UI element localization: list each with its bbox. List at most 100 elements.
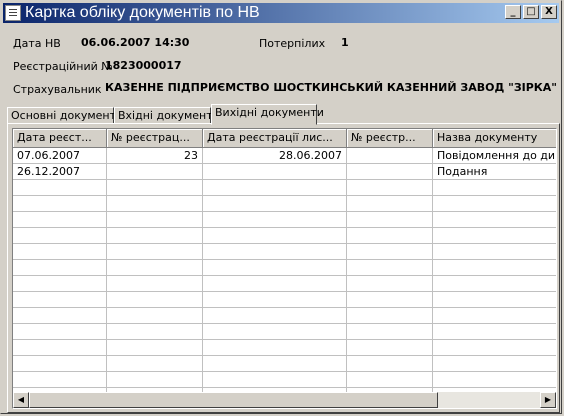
table-cell[interactable]	[203, 340, 347, 356]
table-cell[interactable]	[347, 372, 433, 388]
table-cell[interactable]	[203, 372, 347, 388]
table-cell[interactable]: Подання	[433, 164, 556, 180]
table-cell[interactable]	[107, 196, 203, 212]
table-cell[interactable]	[107, 260, 203, 276]
documents-grid[interactable]: Дата реєст... № реєстрац... Дата реєстра…	[12, 128, 557, 409]
table-cell[interactable]	[13, 244, 107, 260]
table-cell[interactable]	[347, 228, 433, 244]
table-cell[interactable]	[203, 164, 347, 180]
close-button[interactable]: X	[541, 5, 557, 19]
scroll-track[interactable]	[29, 392, 540, 408]
table-cell[interactable]: 07.06.2007	[13, 148, 107, 164]
table-row[interactable]	[13, 196, 556, 212]
column-header-letter-date[interactable]: Дата реєстрації лис...	[203, 129, 347, 148]
table-cell[interactable]	[203, 244, 347, 260]
table-cell[interactable]	[13, 292, 107, 308]
table-cell[interactable]	[203, 228, 347, 244]
table-cell[interactable]	[107, 164, 203, 180]
table-cell[interactable]	[433, 356, 556, 372]
table-cell[interactable]	[203, 260, 347, 276]
column-header-reg-date[interactable]: Дата реєст...	[13, 129, 107, 148]
title-bar[interactable]: Картка обліку документів по НВ _ □ X	[3, 3, 559, 23]
table-cell[interactable]	[13, 260, 107, 276]
tab-main-documents[interactable]: Основні документи	[7, 107, 123, 124]
table-cell[interactable]	[347, 276, 433, 292]
table-cell[interactable]	[347, 212, 433, 228]
table-cell[interactable]	[433, 212, 556, 228]
table-row[interactable]	[13, 372, 556, 388]
table-cell[interactable]	[203, 324, 347, 340]
table-cell[interactable]	[13, 276, 107, 292]
table-cell[interactable]	[107, 308, 203, 324]
table-cell[interactable]	[107, 324, 203, 340]
table-row[interactable]	[13, 228, 556, 244]
table-cell[interactable]	[347, 260, 433, 276]
horizontal-scrollbar[interactable]: ◀ ▶	[13, 392, 556, 408]
table-cell[interactable]	[433, 260, 556, 276]
table-cell[interactable]	[433, 180, 556, 196]
table-row[interactable]	[13, 212, 556, 228]
table-cell[interactable]	[107, 228, 203, 244]
table-cell[interactable]	[347, 148, 433, 164]
maximize-button[interactable]: □	[523, 5, 539, 19]
table-cell[interactable]	[347, 164, 433, 180]
table-cell[interactable]	[203, 276, 347, 292]
table-cell[interactable]	[347, 340, 433, 356]
table-cell[interactable]	[433, 228, 556, 244]
table-cell[interactable]	[13, 228, 107, 244]
column-header-letter-number[interactable]: № реєстр...	[347, 129, 433, 148]
table-cell[interactable]	[13, 308, 107, 324]
table-cell[interactable]: 28.06.2007	[203, 148, 347, 164]
table-cell[interactable]	[107, 372, 203, 388]
table-cell[interactable]	[13, 212, 107, 228]
table-cell[interactable]	[107, 356, 203, 372]
tab-outgoing-documents[interactable]: Вихідні документи	[211, 104, 324, 125]
table-cell[interactable]	[433, 340, 556, 356]
table-cell[interactable]	[107, 276, 203, 292]
table-cell[interactable]	[13, 196, 107, 212]
table-cell[interactable]	[433, 292, 556, 308]
table-cell[interactable]	[433, 308, 556, 324]
table-cell[interactable]	[433, 324, 556, 340]
table-row[interactable]	[13, 260, 556, 276]
table-cell[interactable]	[433, 244, 556, 260]
table-cell[interactable]	[13, 324, 107, 340]
table-cell[interactable]	[433, 196, 556, 212]
table-cell[interactable]	[107, 292, 203, 308]
table-cell[interactable]	[203, 212, 347, 228]
scroll-left-arrow-icon[interactable]: ◀	[13, 392, 29, 408]
table-cell[interactable]	[347, 292, 433, 308]
table-row[interactable]: 26.12.2007 Подання	[13, 164, 556, 180]
table-cell[interactable]	[13, 340, 107, 356]
table-cell[interactable]	[347, 244, 433, 260]
table-cell[interactable]	[347, 196, 433, 212]
table-row[interactable]	[13, 276, 556, 292]
table-cell[interactable]	[107, 244, 203, 260]
table-cell[interactable]	[13, 180, 107, 196]
table-row[interactable]	[13, 324, 556, 340]
table-cell[interactable]: Повідомлення до дир	[433, 148, 556, 164]
table-cell[interactable]: 26.12.2007	[13, 164, 107, 180]
scroll-thumb[interactable]	[29, 392, 438, 408]
table-cell[interactable]	[433, 372, 556, 388]
table-cell[interactable]	[433, 276, 556, 292]
table-cell[interactable]	[347, 180, 433, 196]
table-cell[interactable]	[347, 356, 433, 372]
table-row[interactable]	[13, 340, 556, 356]
table-row[interactable]	[13, 308, 556, 324]
tab-incoming-documents[interactable]: Вхідні документи	[114, 107, 220, 124]
table-cell[interactable]	[203, 356, 347, 372]
table-cell[interactable]	[203, 196, 347, 212]
table-cell[interactable]	[13, 372, 107, 388]
table-cell[interactable]	[13, 356, 107, 372]
table-cell[interactable]	[347, 324, 433, 340]
table-row[interactable]: 07.06.2007 23 28.06.2007 Повідомлення до ди…	[13, 148, 556, 164]
table-cell[interactable]	[107, 340, 203, 356]
column-header-document-name[interactable]: Назва документу	[433, 129, 556, 148]
table-cell[interactable]	[203, 180, 347, 196]
table-cell[interactable]: 23	[107, 148, 203, 164]
table-row[interactable]	[13, 180, 556, 196]
column-header-reg-number[interactable]: № реєстрац...	[107, 129, 203, 148]
scroll-right-arrow-icon[interactable]: ▶	[540, 392, 556, 408]
table-cell[interactable]	[203, 308, 347, 324]
